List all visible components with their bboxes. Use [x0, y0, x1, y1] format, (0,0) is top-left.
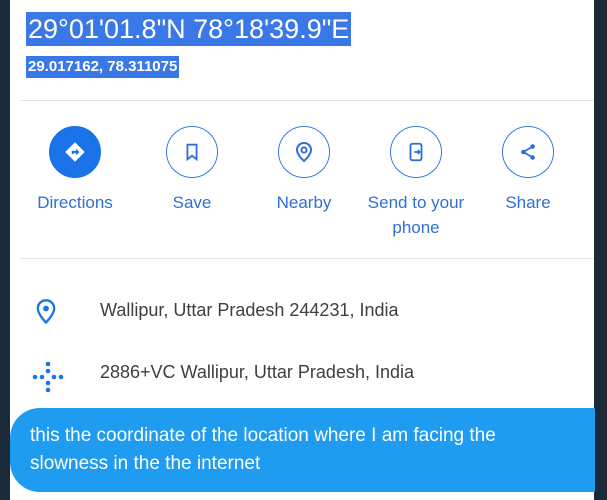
save-button[interactable]: Save — [137, 126, 247, 215]
divider — [20, 258, 594, 259]
chat-message-text: this the coordinate of the location wher… — [30, 425, 496, 474]
directions-label: Directions — [37, 193, 113, 212]
coordinates-decimal[interactable]: 29.017162, 78.311075 — [26, 56, 180, 78]
directions-icon — [49, 126, 101, 178]
coordinates-dms[interactable]: 29°01'01.8"N 78°18'39.9"E — [26, 12, 352, 46]
address-text: Wallipur, Uttar Pradesh 244231, India — [100, 300, 399, 320]
chat-message-bubble: this the coordinate of the location wher… — [10, 408, 595, 492]
save-label: Save — [172, 193, 212, 212]
directions-button[interactable]: Directions — [20, 126, 130, 215]
action-bar: Directions Save Nearby Send to your phon… — [20, 126, 570, 246]
divider — [20, 100, 594, 101]
nearby-button[interactable]: Nearby — [249, 126, 359, 215]
send-to-phone-button[interactable]: Send to your phone — [361, 126, 471, 240]
bookmark-icon — [166, 126, 218, 178]
share-button[interactable]: Share — [473, 126, 583, 215]
address-row[interactable]: Wallipur, Uttar Pradesh 244231, India — [20, 292, 594, 332]
plus-code-text: 2886+VC Wallipur, Uttar Pradesh, India — [100, 362, 414, 382]
nearby-icon — [278, 126, 330, 178]
location-pin-icon — [32, 298, 60, 326]
share-icon — [502, 126, 554, 178]
nearby-label: Nearby — [276, 193, 332, 212]
send-to-phone-label: Send to your phone — [367, 193, 465, 237]
plus-code-icon — [32, 360, 64, 393]
send-to-phone-icon — [390, 126, 442, 178]
plus-code-row[interactable]: 2886+VC Wallipur, Uttar Pradesh, India — [20, 354, 594, 394]
share-label: Share — [505, 193, 551, 212]
